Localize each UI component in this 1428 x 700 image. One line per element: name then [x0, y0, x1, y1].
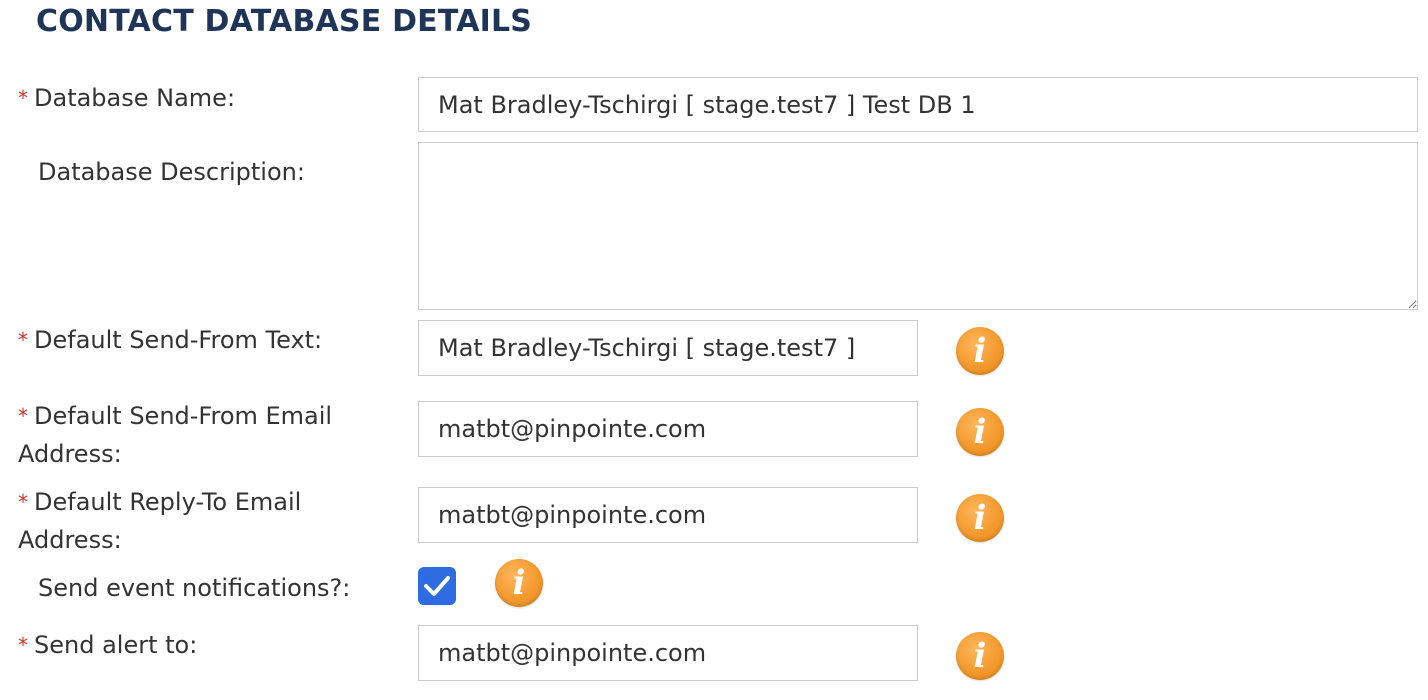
contact-database-details-form: CONTACT DATABASE DETAILS * Database Name:…: [0, 0, 1428, 700]
info-icon[interactable]: i: [956, 408, 1004, 456]
section-title: CONTACT DATABASE DETAILS: [36, 4, 533, 39]
info-icon[interactable]: i: [956, 327, 1004, 375]
event-notifications-checkbox[interactable]: [418, 567, 456, 605]
required-marker: *: [18, 633, 28, 657]
database-description-textarea[interactable]: [418, 142, 1418, 310]
alert-to-input[interactable]: [418, 625, 918, 681]
info-icon[interactable]: i: [956, 632, 1004, 680]
alert-to-label-text: Send alert to:: [34, 631, 198, 659]
reply-to-email-label-text: Default Reply-To Email Address:: [18, 488, 302, 554]
send-from-email-label: * Default Send-From Email Address:: [18, 398, 398, 473]
info-icon[interactable]: i: [956, 494, 1004, 542]
database-name-label: * Database Name:: [18, 80, 398, 118]
checkmark-icon: [424, 576, 450, 596]
reply-to-email-label: * Default Reply-To Email Address:: [18, 484, 398, 559]
reply-to-email-input[interactable]: [418, 487, 918, 543]
alert-to-label: * Send alert to:: [18, 627, 398, 665]
info-icon[interactable]: i: [495, 559, 543, 607]
send-from-text-label: * Default Send-From Text:: [18, 322, 398, 360]
send-from-text-input[interactable]: [418, 320, 918, 376]
database-name-input[interactable]: [418, 77, 1418, 132]
send-from-text-label-text: Default Send-From Text:: [34, 326, 323, 354]
event-notifications-label: Send event notifications?:: [38, 574, 351, 602]
required-marker: *: [18, 490, 28, 514]
database-name-label-text: Database Name:: [34, 84, 236, 112]
required-marker: *: [18, 328, 28, 352]
send-from-email-input[interactable]: [418, 401, 918, 457]
required-marker: *: [18, 404, 28, 428]
send-from-email-label-text: Default Send-From Email Address:: [18, 402, 333, 468]
required-marker: *: [18, 86, 28, 110]
database-description-label: Database Description:: [38, 158, 305, 186]
